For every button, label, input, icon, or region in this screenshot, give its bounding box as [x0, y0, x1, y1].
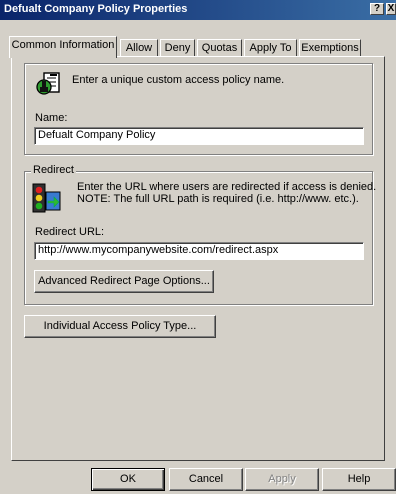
help-button[interactable]: Help: [322, 468, 396, 491]
tab-common-information[interactable]: Common Information: [9, 36, 117, 58]
tab-deny[interactable]: Deny: [160, 39, 195, 57]
policy-name-group: Enter a unique custom access policy name…: [24, 63, 373, 155]
redirect-group: Redirect Enter the URL where users are r…: [24, 164, 377, 305]
title-bar[interactable]: Defualt Company Policy Properties ? X: [0, 0, 396, 20]
individual-access-policy-type-button[interactable]: Individual Access Policy Type...: [24, 315, 216, 338]
help-title-button[interactable]: ?: [370, 3, 384, 15]
redirect-description-line1: Enter the URL where users are redirected…: [77, 181, 377, 193]
tab-apply-to[interactable]: Apply To: [244, 39, 297, 57]
redirect-description-line2: NOTE: The full URL path is required (i.e…: [77, 193, 359, 205]
properties-dialog: Defualt Company Policy Properties ? X Co…: [0, 0, 396, 494]
tab-exemptions[interactable]: Exemptions: [299, 39, 361, 57]
apply-button[interactable]: Apply: [245, 468, 319, 491]
redirect-group-label: Redirect: [31, 164, 76, 176]
window-title: Defualt Company Policy Properties: [4, 3, 188, 15]
common-information-panel: Enter a unique custom access policy name…: [11, 56, 385, 461]
name-field[interactable]: Defualt Company Policy: [34, 127, 364, 145]
close-title-button[interactable]: X: [386, 3, 396, 15]
policy-document-icon: [36, 72, 60, 95]
tab-allow[interactable]: Allow: [120, 39, 158, 57]
traffic-light-redirect-icon: [32, 183, 61, 213]
redirect-url-field[interactable]: http://www.mycompanywebsite.com/redirect…: [34, 242, 364, 260]
name-label: Name:: [35, 112, 68, 124]
tab-quotas[interactable]: Quotas: [197, 39, 242, 57]
cancel-button[interactable]: Cancel: [169, 468, 243, 491]
policy-name-description: Enter a unique custom access policy name…: [72, 74, 285, 86]
ok-button[interactable]: OK: [91, 468, 165, 491]
redirect-url-label: Redirect URL:: [35, 226, 105, 238]
advanced-redirect-options-button[interactable]: Advanced Redirect Page Options...: [34, 270, 214, 293]
